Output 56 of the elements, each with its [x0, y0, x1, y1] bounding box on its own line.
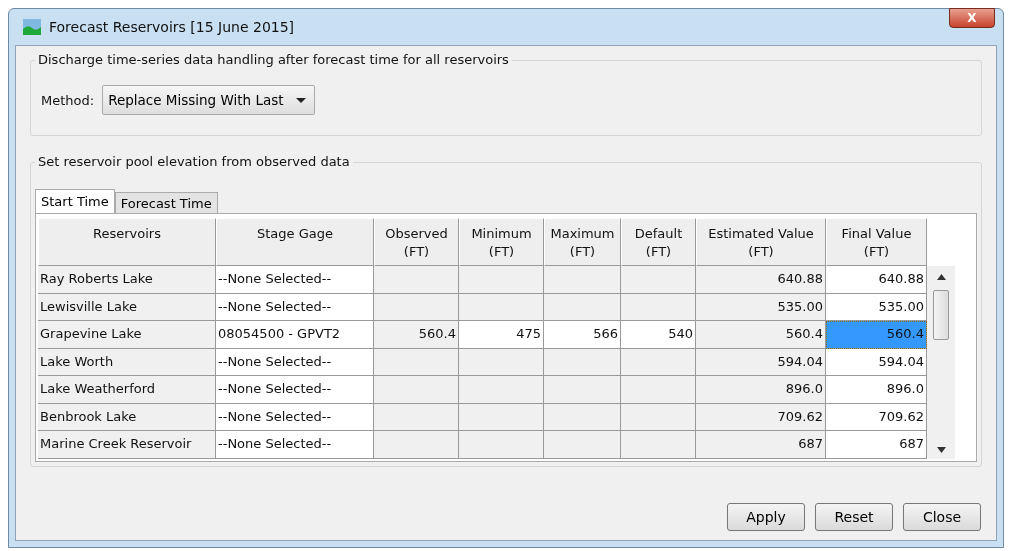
column-header[interactable]: Stage Gage	[216, 218, 374, 266]
column-header[interactable]: Observed (FT)	[374, 218, 459, 266]
table-cell[interactable]: 560.4	[826, 321, 927, 349]
table-cell: 594.04	[696, 348, 826, 376]
dialog-button[interactable]: Apply	[727, 503, 805, 531]
table-cell[interactable]: --None Selected--	[216, 293, 374, 321]
table-cell[interactable]: 535.00	[826, 293, 927, 321]
column-header[interactable]: Default (FT)	[621, 218, 696, 266]
dialog-button[interactable]: Close	[903, 503, 981, 531]
table-cell: Lewisville Lake	[38, 293, 216, 321]
caret-icon	[295, 97, 306, 103]
table-cell[interactable]: --None Selected--	[216, 348, 374, 376]
table-cell: 475	[459, 321, 544, 349]
table-cell[interactable]: --None Selected--	[216, 266, 374, 294]
group-legend: Discharge time-series data handling after forecast time for all reservoirs	[35, 52, 512, 67]
table-cell: Grapevine Lake	[38, 321, 216, 349]
table-cell: 566	[544, 321, 621, 349]
table-cell[interactable]: 08054500 - GPVT2	[216, 321, 374, 349]
table-cell: Ray Roberts Lake	[38, 266, 216, 294]
column-header[interactable]: Minimum (FT)	[459, 218, 544, 266]
table-cell[interactable]: 640.88	[826, 266, 927, 294]
scroll-thumb[interactable]	[933, 290, 949, 340]
column-header[interactable]: Reservoirs	[38, 218, 216, 266]
tab[interactable]: Forecast Time	[114, 192, 218, 213]
table-cell[interactable]: --None Selected--	[216, 376, 374, 404]
table-cell[interactable]: 709.62	[826, 403, 927, 431]
table-cell: Benbrook Lake	[38, 403, 216, 431]
table-cell: 896.0	[696, 376, 826, 404]
table-cell: 709.62	[696, 403, 826, 431]
column-header[interactable]: Final Value (FT)	[826, 218, 927, 266]
window-title: Forecast Reservoirs [15 June 2015]	[49, 19, 296, 35]
table-cell[interactable]: --None Selected--	[216, 431, 374, 459]
table-cell: 540	[621, 321, 696, 349]
tab[interactable]: Start Time	[35, 189, 115, 213]
table-cell[interactable]: 896.0	[826, 376, 927, 404]
table-cell: Marine Creek Reservoir	[38, 431, 216, 459]
vertical-scrollbar[interactable]	[927, 266, 955, 459]
table-cell[interactable]: 594.04	[826, 348, 927, 376]
down-arrow-icon[interactable]	[936, 446, 946, 453]
column-header[interactable]: Maximum (FT)	[544, 218, 621, 266]
landscape-icon	[23, 19, 41, 35]
method-dropdown[interactable]: Replace Missing With Last	[102, 85, 315, 115]
group-legend: Set reservoir pool elevation from observed data	[35, 154, 353, 169]
dialog-button[interactable]: Reset	[815, 503, 893, 531]
up-arrow-icon[interactable]	[936, 274, 946, 280]
table-cell: Lake Worth	[38, 348, 216, 376]
table-cell: 560.4	[374, 321, 459, 349]
table-cell[interactable]: 687	[826, 431, 927, 459]
method-label: Method:	[41, 92, 95, 108]
table-cell: 535.00	[696, 293, 826, 321]
table-cell[interactable]: --None Selected--	[216, 403, 374, 431]
table-cell: 640.88	[696, 266, 826, 294]
column-header[interactable]: Estimated Value (FT)	[696, 218, 826, 266]
table-cell: 560.4	[696, 321, 826, 349]
table-cell: 687	[696, 431, 826, 459]
table-cell: Lake Weatherford	[38, 376, 216, 404]
